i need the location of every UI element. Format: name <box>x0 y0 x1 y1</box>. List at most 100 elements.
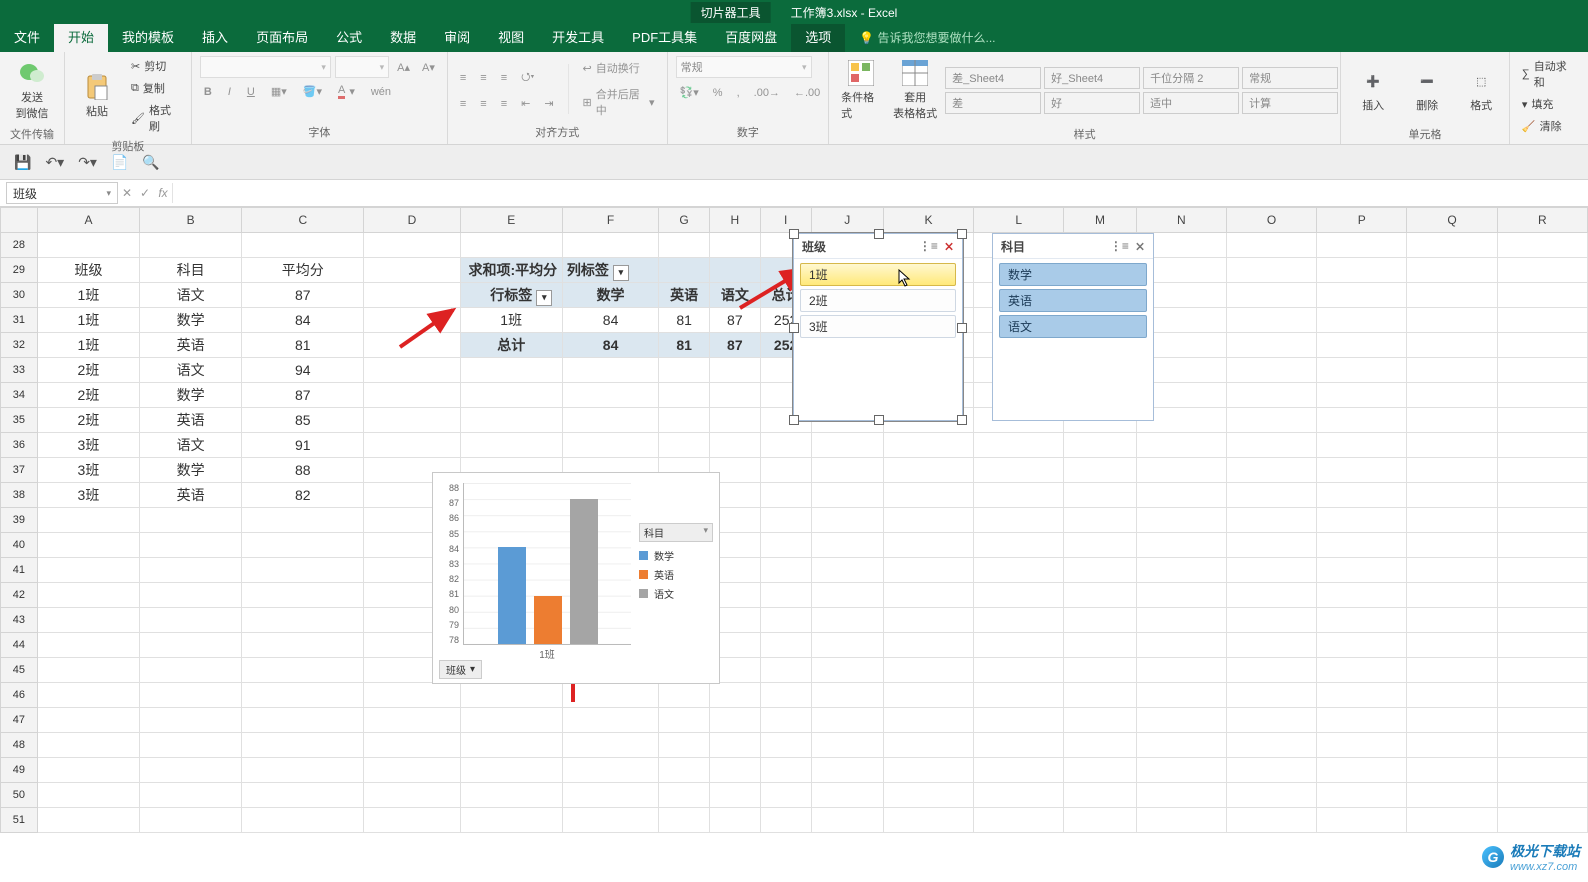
col-header[interactable]: G <box>659 208 710 233</box>
cell[interactable] <box>1226 483 1316 508</box>
name-box[interactable]: 班级▾ <box>6 182 118 204</box>
cell[interactable] <box>1226 258 1316 283</box>
cell[interactable] <box>1226 683 1316 708</box>
cell[interactable]: 84 <box>562 333 658 358</box>
cell[interactable] <box>1407 733 1497 758</box>
cell[interactable] <box>1407 483 1497 508</box>
format-cells-button[interactable]: ⬚格式 <box>1457 56 1505 124</box>
cell[interactable] <box>364 233 460 258</box>
row-header[interactable]: 33 <box>1 358 38 383</box>
cell[interactable] <box>1407 808 1497 833</box>
cell[interactable]: 总计 <box>460 333 562 358</box>
row-header[interactable]: 46 <box>1 683 38 708</box>
cell[interactable] <box>1136 633 1226 658</box>
row-header[interactable]: 44 <box>1 633 38 658</box>
cell[interactable] <box>709 433 760 458</box>
cell[interactable] <box>1317 733 1407 758</box>
cell[interactable] <box>364 808 460 833</box>
align-center-button[interactable]: ≡ <box>476 95 490 112</box>
cell[interactable] <box>37 758 139 783</box>
slicer-class[interactable]: 班级 ⋮≡⨯ 1班2班3班 <box>793 233 963 421</box>
table-format-button[interactable]: 套用 表格格式 <box>891 56 939 124</box>
cell[interactable] <box>659 783 710 808</box>
col-header[interactable]: A <box>37 208 139 233</box>
cut-button[interactable]: ✂剪切 <box>127 56 183 76</box>
currency-button[interactable]: 💱▾ <box>676 84 703 101</box>
cell[interactable] <box>1064 758 1136 783</box>
slicer-item[interactable]: 1班 <box>800 263 956 286</box>
cell[interactable] <box>1497 733 1587 758</box>
cell[interactable] <box>709 233 760 258</box>
slicer-item[interactable]: 英语 <box>999 289 1147 312</box>
cell[interactable] <box>1497 783 1587 808</box>
cell[interactable] <box>242 608 364 633</box>
cell[interactable] <box>1064 683 1136 708</box>
cell[interactable] <box>883 808 973 833</box>
slicer-subject[interactable]: 科目 ⋮≡⨯ 数学英语语文 <box>992 233 1154 421</box>
row-header[interactable]: 50 <box>1 783 38 808</box>
cell[interactable]: 84 <box>562 308 658 333</box>
cell[interactable] <box>811 808 883 833</box>
cell[interactable]: 3班 <box>37 483 139 508</box>
cell[interactable]: 87 <box>242 283 364 308</box>
align-middle-button[interactable]: ≡ <box>476 66 490 89</box>
cell[interactable]: 3班 <box>37 433 139 458</box>
cell[interactable] <box>974 783 1064 808</box>
cell[interactable] <box>811 658 883 683</box>
cell[interactable] <box>1407 358 1497 383</box>
col-header[interactable]: F <box>562 208 658 233</box>
cell[interactable] <box>1226 458 1316 483</box>
cell[interactable] <box>242 808 364 833</box>
cell[interactable] <box>1497 433 1587 458</box>
cancel-formula-button[interactable]: ✕ <box>118 186 136 200</box>
autosum-button[interactable]: ∑自动求和 <box>1518 56 1580 92</box>
cell[interactable] <box>562 708 658 733</box>
cell[interactable] <box>1226 808 1316 833</box>
cell[interactable] <box>37 783 139 808</box>
row-header[interactable]: 36 <box>1 433 38 458</box>
cell[interactable] <box>760 783 811 808</box>
cell[interactable]: 求和项:平均分 <box>460 258 562 283</box>
cell[interactable]: 数学 <box>140 308 242 333</box>
cell[interactable] <box>140 508 242 533</box>
cell[interactable] <box>1317 533 1407 558</box>
decrease-font-button[interactable]: A▾ <box>418 59 439 76</box>
cell[interactable] <box>760 708 811 733</box>
cell[interactable] <box>1064 733 1136 758</box>
cell[interactable] <box>364 383 460 408</box>
cell[interactable] <box>659 758 710 783</box>
cell[interactable] <box>140 783 242 808</box>
fill-button[interactable]: ▾填充 <box>1518 94 1558 114</box>
align-bottom-button[interactable]: ≡ <box>497 66 511 89</box>
cell[interactable] <box>1136 808 1226 833</box>
cell[interactable] <box>37 708 139 733</box>
cell[interactable] <box>760 433 811 458</box>
cell[interactable] <box>1497 358 1587 383</box>
redo-button[interactable]: ↷▾ <box>78 154 97 171</box>
cell[interactable] <box>1064 458 1136 483</box>
cell[interactable] <box>242 658 364 683</box>
align-left-button[interactable]: ≡ <box>456 95 470 112</box>
cell[interactable] <box>883 433 973 458</box>
row-header[interactable]: 39 <box>1 508 38 533</box>
cell[interactable] <box>1497 633 1587 658</box>
col-header[interactable]: C <box>242 208 364 233</box>
cell[interactable]: 班级 <box>37 258 139 283</box>
cell[interactable] <box>460 683 562 708</box>
cell[interactable] <box>1317 308 1407 333</box>
cell[interactable] <box>460 383 562 408</box>
cell[interactable] <box>37 733 139 758</box>
cell[interactable] <box>1226 758 1316 783</box>
row-header[interactable]: 34 <box>1 383 38 408</box>
cell[interactable] <box>883 533 973 558</box>
cell[interactable] <box>140 658 242 683</box>
cell[interactable] <box>974 758 1064 783</box>
cell[interactable]: 语文 <box>140 283 242 308</box>
cell[interactable] <box>1136 658 1226 683</box>
cell[interactable] <box>974 433 1064 458</box>
cell[interactable] <box>883 633 973 658</box>
cell[interactable] <box>883 583 973 608</box>
row-header[interactable]: 31 <box>1 308 38 333</box>
cell[interactable] <box>1136 433 1226 458</box>
style-cell[interactable]: 千位分隔 2 <box>1143 67 1239 89</box>
